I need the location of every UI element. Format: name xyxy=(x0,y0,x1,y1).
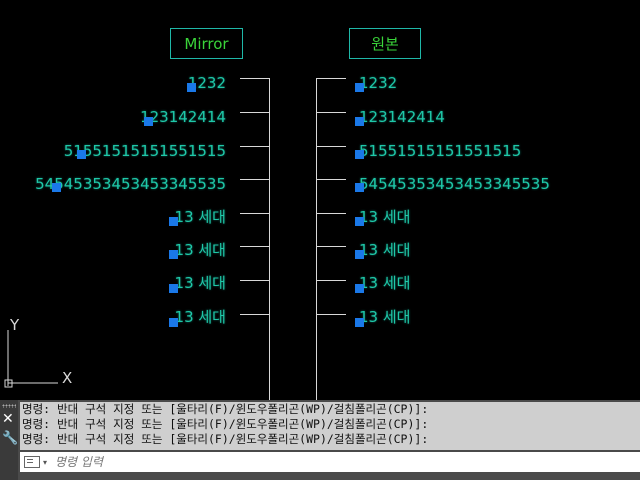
left-branch-line[interactable] xyxy=(240,78,270,79)
drag-handle-icon[interactable] xyxy=(2,404,16,408)
grip-handle[interactable] xyxy=(355,250,364,259)
left-branch-line[interactable] xyxy=(240,112,270,113)
grip-handle[interactable] xyxy=(52,183,61,192)
left-label[interactable]: 54545353453453345535 xyxy=(35,175,226,193)
left-branch-line[interactable] xyxy=(240,179,270,180)
grip-handle[interactable] xyxy=(355,318,364,327)
left-label[interactable]: 13 세대 xyxy=(175,308,226,326)
right-branch-line[interactable] xyxy=(316,179,346,180)
right-branch-line[interactable] xyxy=(316,112,346,113)
right-branch-line[interactable] xyxy=(316,213,346,214)
grip-handle[interactable] xyxy=(144,117,153,126)
right-branch-line[interactable] xyxy=(316,280,346,281)
left-label[interactable]: 13 세대 xyxy=(175,208,226,226)
right-branch-line[interactable] xyxy=(316,246,346,247)
ucs-icon: Y X xyxy=(4,316,72,388)
original-header-box[interactable]: 원본 xyxy=(349,28,421,59)
right-branch-line[interactable] xyxy=(316,78,346,79)
right-label[interactable]: 54545353453453345535 xyxy=(359,175,550,193)
grip-handle[interactable] xyxy=(169,217,178,226)
grip-handle[interactable] xyxy=(355,150,364,159)
left-branch-line[interactable] xyxy=(240,213,270,214)
history-line: 명령: 반대 구석 지정 또는 [울타리(F)/윈도우폴리곤(WP)/걸침폴리곤… xyxy=(22,417,429,431)
wrench-icon[interactable]: 🔧 xyxy=(2,432,18,445)
grip-handle[interactable] xyxy=(187,83,196,92)
command-prompt-icon[interactable] xyxy=(24,456,40,468)
grip-handle[interactable] xyxy=(355,117,364,126)
grip-handle[interactable] xyxy=(355,83,364,92)
history-line: 명령: 반대 구석 지정 또는 [울타리(F)/윈도우폴리곤(WP)/걸침폴리곤… xyxy=(22,432,429,446)
command-input-bar[interactable]: ▾ xyxy=(20,452,640,472)
right-label[interactable]: 13 세대 xyxy=(359,274,410,292)
grip-handle[interactable] xyxy=(169,284,178,293)
grip-handle[interactable] xyxy=(77,150,86,159)
right-label[interactable]: 13 세대 xyxy=(359,308,410,326)
command-input[interactable] xyxy=(53,454,618,470)
command-line-panel: ✕ 🔧 명령: 반대 구석 지정 또는 [울타리(F)/윈도우폴리곤(WP)/걸… xyxy=(0,400,640,480)
close-icon[interactable]: ✕ xyxy=(2,412,14,426)
command-history: 명령: 반대 구석 지정 또는 [울타리(F)/윈도우폴리곤(WP)/걸침폴리곤… xyxy=(20,402,640,450)
left-label[interactable]: 13 세대 xyxy=(175,241,226,259)
history-line: 명령: 반대 구석 지정 또는 [울타리(F)/윈도우폴리곤(WP)/걸침폴리곤… xyxy=(22,402,429,416)
left-trunk-line[interactable] xyxy=(269,78,270,400)
right-label[interactable]: 51551515151551515 xyxy=(359,142,521,160)
right-label[interactable]: 123142414 xyxy=(359,108,445,126)
grip-handle[interactable] xyxy=(355,284,364,293)
right-label[interactable]: 1232 xyxy=(359,74,397,92)
left-branch-line[interactable] xyxy=(240,314,270,315)
grip-handle[interactable] xyxy=(169,318,178,327)
left-branch-line[interactable] xyxy=(240,146,270,147)
left-label[interactable]: 13 세대 xyxy=(175,274,226,292)
ucs-y-label: Y xyxy=(9,316,20,334)
left-branch-line[interactable] xyxy=(240,246,270,247)
drawing-canvas[interactable]: Mirror 원본 1232 123142414 515515151515515… xyxy=(0,0,640,400)
command-line-sidebar: ✕ 🔧 xyxy=(0,400,18,480)
grip-handle[interactable] xyxy=(355,217,364,226)
mirror-header-box[interactable]: Mirror xyxy=(170,28,243,59)
right-label[interactable]: 13 세대 xyxy=(359,208,410,226)
right-trunk-line[interactable] xyxy=(316,78,317,400)
left-branch-line[interactable] xyxy=(240,280,270,281)
right-branch-line[interactable] xyxy=(316,314,346,315)
grip-handle[interactable] xyxy=(169,250,178,259)
left-label[interactable]: 51551515151551515 xyxy=(64,142,226,160)
right-branch-line[interactable] xyxy=(316,146,346,147)
right-label[interactable]: 13 세대 xyxy=(359,241,410,259)
ucs-x-label: X xyxy=(62,369,72,387)
grip-handle[interactable] xyxy=(355,183,364,192)
chevron-down-icon[interactable]: ▾ xyxy=(43,458,47,467)
